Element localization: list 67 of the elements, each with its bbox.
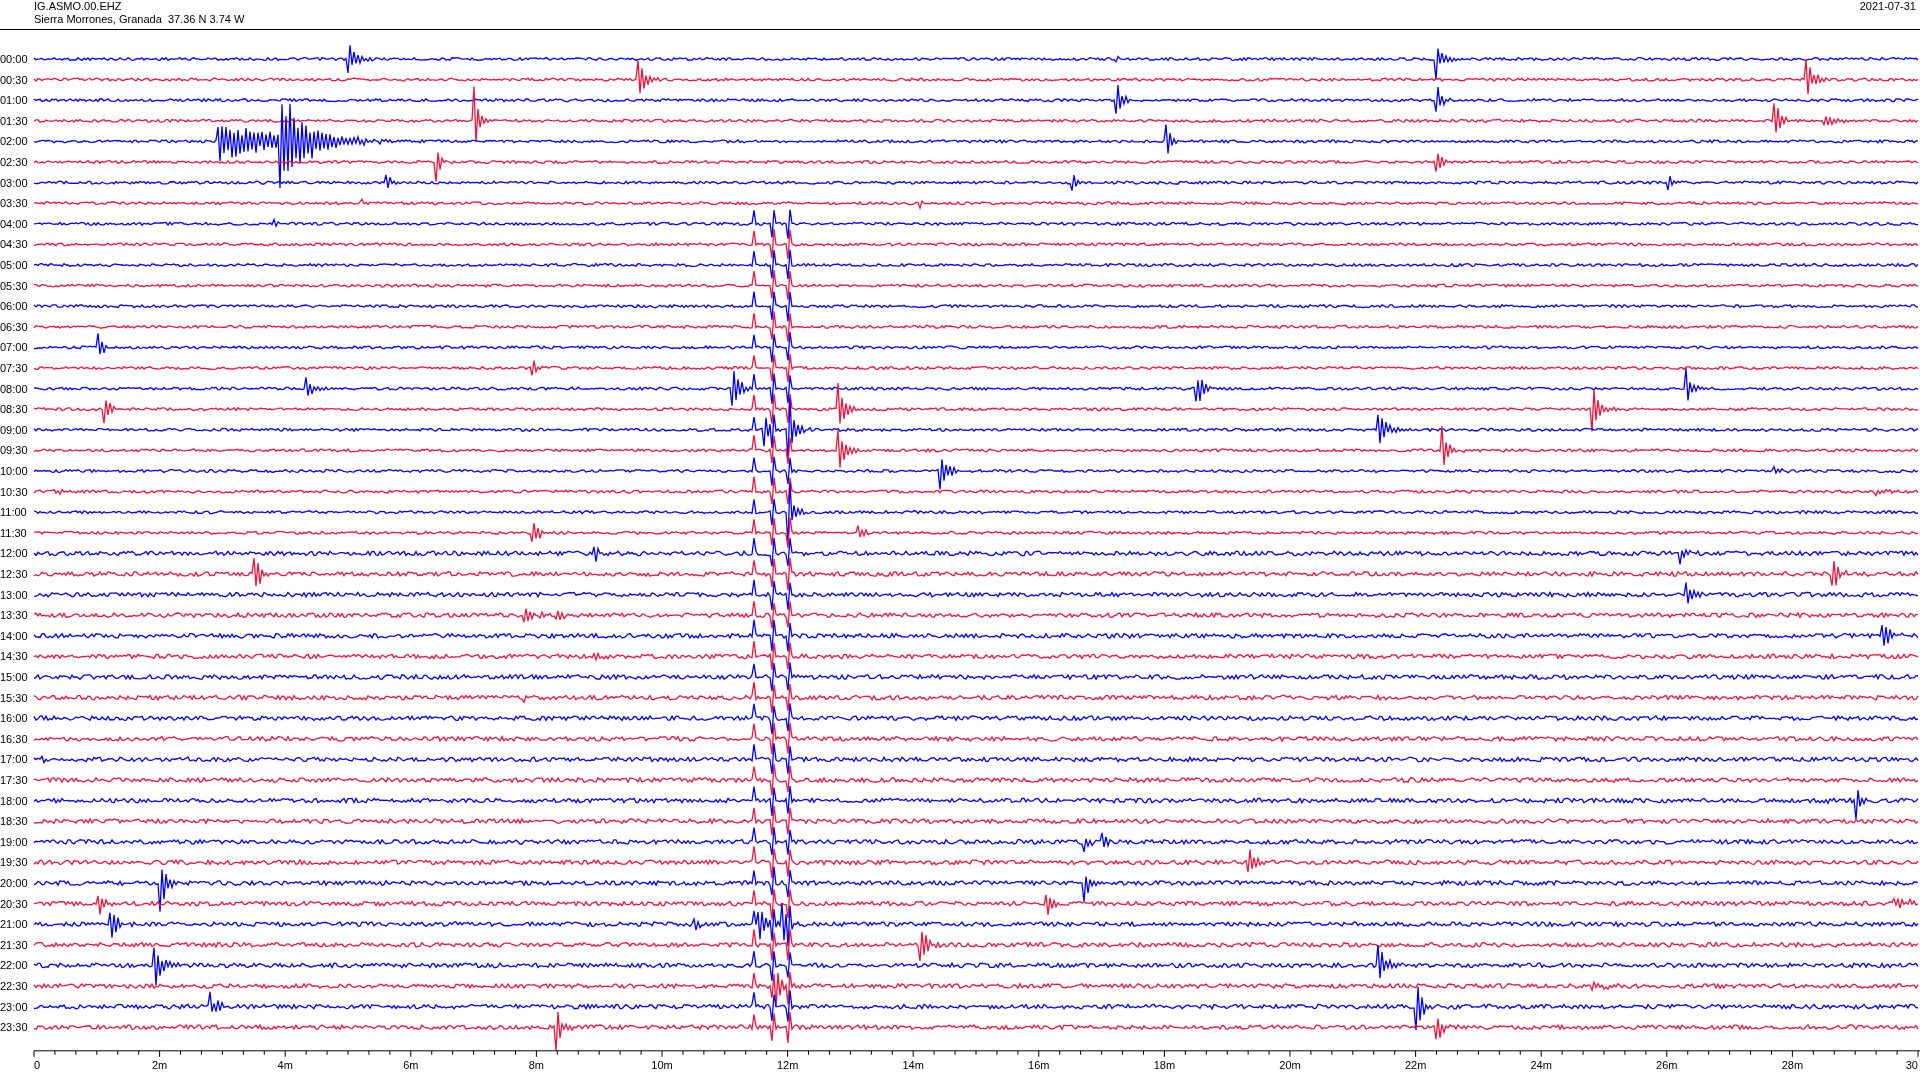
row-time-label: 18:30 <box>0 815 28 828</box>
row-time-label: 09:00 <box>0 423 28 436</box>
axis-tick-label: 14m <box>902 1058 924 1071</box>
row-time-label: 01:30 <box>0 114 28 127</box>
axis-tick-label: 2m <box>151 1058 168 1071</box>
axis-tick-label: 0 <box>34 1058 41 1071</box>
axis-tick-label: 24m <box>1530 1058 1552 1071</box>
row-time-label: 10:30 <box>0 485 28 498</box>
axis-tick-label: 30 <box>1905 1058 1918 1071</box>
axis-tick-label: 6m <box>403 1058 419 1071</box>
row-time-label: 05:00 <box>0 259 28 271</box>
axis-tick-label: 28m <box>1781 1058 1804 1071</box>
row-time-label: 15:00 <box>0 671 28 683</box>
axis-tick-label: 18m <box>1153 1058 1176 1071</box>
axis-tick-label: 16m <box>1028 1058 1050 1071</box>
row-time-label: 10:00 <box>0 465 28 477</box>
row-time-label: 00:00 <box>0 53 28 65</box>
row-time-label: 07:30 <box>0 362 28 374</box>
row-time-label: 02:00 <box>0 135 28 148</box>
row-time-label: 05:30 <box>0 279 28 292</box>
axis-tick-label: 26m <box>1656 1058 1678 1071</box>
row-time-label: 12:30 <box>0 568 28 580</box>
row-time-label: 03:00 <box>0 176 28 189</box>
axis-tick-label: 12m <box>776 1058 799 1071</box>
row-time-label: 13:30 <box>0 609 28 622</box>
row-time-label: 07:00 <box>0 341 28 354</box>
row-time-label: 13:00 <box>0 588 28 601</box>
row-time-label: 19:00 <box>0 835 28 848</box>
row-time-label: 06:00 <box>0 300 28 313</box>
row-time-label: 23:00 <box>0 1000 28 1013</box>
axis-tick-label: 4m <box>277 1058 293 1071</box>
row-time-label: 17:30 <box>0 774 28 786</box>
row-time-label: 04:00 <box>0 217 28 230</box>
row-time-label: 20:00 <box>0 877 28 889</box>
row-time-label: 12:00 <box>0 547 28 560</box>
row-time-label: 04:30 <box>0 238 28 251</box>
row-time-label: 15:30 <box>0 691 28 704</box>
row-time-label: 11:00 <box>0 506 27 519</box>
row-time-label: 20:30 <box>0 897 28 910</box>
row-time-label: 21:30 <box>0 938 28 951</box>
station-location: Sierra Morrones, Granada 37.36 N 3.74 W <box>34 13 245 26</box>
row-time-label: 08:00 <box>0 382 28 395</box>
row-time-label: 22:30 <box>0 980 28 992</box>
row-time-label: 06:30 <box>0 320 28 333</box>
row-time-label: 14:30 <box>0 650 28 663</box>
row-time-label: 02:30 <box>0 156 28 168</box>
row-time-label: 16:30 <box>0 732 28 745</box>
row-time-label: 17:00 <box>0 753 28 766</box>
row-time-label: 16:00 <box>0 712 28 725</box>
plot-date: 2021-07-31 <box>1859 0 1916 14</box>
row-time-label: 19:30 <box>0 856 28 869</box>
row-time-label: 09:30 <box>0 444 28 457</box>
row-time-label: 18:00 <box>0 794 28 807</box>
station-code: IG.ASMO.00.EHZ <box>34 0 123 13</box>
axis-tick-label: 8m <box>528 1058 545 1071</box>
axis-tick-label: 20m <box>1279 1058 1301 1071</box>
row-time-label: 21:00 <box>0 918 28 931</box>
axis-tick-label: 22m <box>1404 1058 1427 1071</box>
row-time-label: 00:30 <box>0 73 28 86</box>
axis-tick-label: 10m <box>651 1058 673 1071</box>
row-time-label: 03:30 <box>0 197 28 210</box>
row-time-label: 23:30 <box>0 1021 28 1034</box>
row-time-label: 11:30 <box>0 526 27 539</box>
row-time-label: 08:30 <box>0 403 28 416</box>
row-time-label: 14:00 <box>0 629 28 642</box>
row-time-label: 22:00 <box>0 959 28 972</box>
row-time-label: 01:00 <box>0 94 28 107</box>
